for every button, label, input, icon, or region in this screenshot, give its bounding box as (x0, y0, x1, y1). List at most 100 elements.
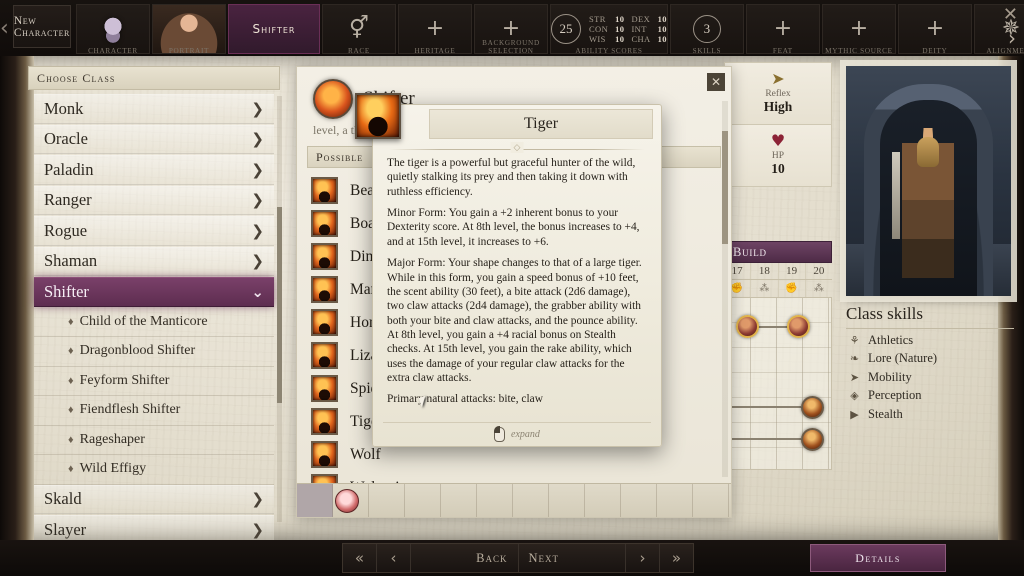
archetype-label: Child of the Manticore (79, 313, 208, 329)
ability-slot[interactable] (621, 484, 657, 517)
ability-scores-step[interactable]: 25 STR 10 DEX 10 CON 10 INT 10 WIS 10 CH… (549, 4, 668, 55)
class-skill-athletics: ⚘ Athletics (846, 329, 1014, 348)
class-skill-stealth: ▶ Stealth (846, 403, 1014, 422)
chevron-right-icon: ❯ (251, 160, 264, 179)
class-item-ranger[interactable]: Ranger ❯ (34, 185, 274, 215)
class-label: Shaman (44, 251, 98, 271)
last-page-button[interactable]: » (659, 544, 693, 572)
class-label: Ranger (44, 190, 92, 210)
class-item-oracle[interactable]: Oracle ❯ (34, 124, 274, 154)
step-class-value: Shifter (252, 22, 296, 36)
stat-value: High (763, 99, 793, 114)
ability-slot[interactable] (405, 484, 441, 517)
toolbar-next-arrow-icon[interactable]: › (1008, 26, 1016, 50)
archetype-item-feyform-shifter[interactable]: ♦ Feyform Shifter (34, 367, 274, 396)
animal-icon (311, 276, 338, 303)
build-node-level20-b[interactable] (801, 428, 824, 451)
class-label: Slayer (44, 519, 87, 539)
tooltip-divider (389, 149, 645, 150)
class-skills-title: Class skills (846, 304, 1014, 329)
next-button[interactable]: Next (519, 544, 626, 572)
selected-ability-icon[interactable] (335, 489, 359, 513)
ability-slot[interactable] (585, 484, 621, 517)
step-alignment-label: Alignment (986, 47, 1024, 55)
animal-icon (311, 177, 338, 204)
class-item-shifter[interactable]: Shifter ⌄ (34, 277, 274, 307)
plus-icon: + (425, 16, 445, 41)
heart-icon: ♥ (770, 131, 786, 150)
close-icon[interactable]: ✕ (1003, 4, 1018, 25)
previous-page-button[interactable]: ‹ (377, 544, 411, 572)
archetype-item-dragonblood-shifter[interactable]: ♦ Dragonblood Shifter (34, 337, 274, 367)
tooltip-header: Tiger (355, 93, 661, 147)
gender-symbol-icon: ⚥ (349, 16, 369, 41)
step-feat[interactable]: + Feat (745, 4, 820, 55)
top-toolbar: ‹ New Character Character Portrait Shift… (0, 0, 1024, 56)
bottom-bar: « ‹ Back Next › » Details (0, 540, 1024, 576)
character-portrait[interactable] (846, 66, 1011, 296)
details-button[interactable]: Details (810, 544, 946, 572)
animal-list-scrollbar[interactable] (722, 101, 728, 477)
skill-label: Perception (868, 388, 922, 402)
step-character-label: Character (88, 47, 138, 55)
stat-str-label: STR (588, 14, 606, 24)
stat-int-value: 10 (657, 24, 667, 34)
ability-scores-grid: STR 10 DEX 10 CON 10 INT 10 WIS 10 CHA 1… (589, 14, 667, 44)
first-page-button[interactable]: « (343, 544, 377, 572)
step-mythic-source-label: Mythic Source (825, 47, 893, 55)
portrait-character-figure (892, 128, 954, 278)
step-skills[interactable]: 3 Skills (669, 4, 744, 55)
tooltip-hint-label: expand (511, 428, 540, 440)
back-button[interactable]: Back (411, 544, 519, 572)
step-character[interactable]: Character (75, 4, 150, 55)
ability-slot[interactable] (297, 484, 333, 517)
step-deity[interactable]: + Deity (897, 4, 972, 55)
stealth-icon: ▶ (850, 407, 859, 421)
ability-slot[interactable] (369, 484, 405, 517)
class-item-monk[interactable]: Monk ❯ (34, 94, 274, 124)
toolbar-back-arrow-icon[interactable]: ‹ (0, 0, 9, 56)
stat-reflex: ➤ Reflex High (724, 62, 832, 125)
class-item-skald[interactable]: Skald ❯ (34, 484, 274, 514)
stat-con-value: 10 (615, 24, 625, 34)
level-label: 20 (813, 265, 825, 277)
chevron-right-icon: ❯ (251, 130, 264, 149)
forward-page-button[interactable]: › (625, 544, 659, 572)
archetype-item-child-of-the-manticore[interactable]: ♦ Child of the Manticore (34, 308, 274, 337)
build-node-level20-a[interactable] (801, 396, 824, 419)
build-icon-row: ✊ ⁂ ✊ ⁂ (724, 280, 832, 298)
animal-label: Wolf (350, 445, 381, 463)
ability-slot[interactable] (513, 484, 549, 517)
ability-slot[interactable] (477, 484, 513, 517)
build-node-level19[interactable] (787, 315, 810, 338)
ability-slot[interactable] (549, 484, 585, 517)
ability-slot[interactable] (693, 484, 729, 517)
character-creation-screen: ‹ New Character Character Portrait Shift… (0, 0, 1024, 576)
build-header: Build (724, 241, 832, 263)
animal-icon (311, 441, 338, 468)
class-item-rogue[interactable]: Rogue ❯ (34, 216, 274, 246)
tooltip-paragraph-minor-form: Minor Form: You gain a +2 inherent bonus… (387, 207, 640, 248)
ability-slot[interactable] (441, 484, 477, 517)
build-node-level17[interactable] (736, 315, 759, 338)
lore-nature-icon: ❧ (849, 352, 860, 365)
step-class-shifter[interactable]: Shifter (227, 4, 320, 54)
class-list-scrollbar[interactable] (277, 96, 282, 522)
class-item-shaman[interactable]: Shaman ❯ (34, 246, 274, 276)
step-background-selection[interactable]: + Background Selection (473, 4, 548, 55)
chevron-right-icon: ❯ (251, 221, 264, 240)
step-race[interactable]: ⚥ Race (321, 4, 396, 55)
skills-count: 3 (692, 15, 721, 43)
step-mythic-source[interactable]: + Mythic Source (821, 4, 896, 55)
class-item-paladin[interactable]: Paladin ❯ (34, 155, 274, 185)
step-skills-label: Skills (692, 47, 722, 55)
ability-slot[interactable] (657, 484, 693, 517)
class-label: Oracle (44, 129, 88, 149)
step-portrait[interactable]: Portrait (151, 4, 226, 54)
panel-close-icon[interactable]: ✕ (707, 73, 725, 91)
archetype-item-fiendflesh-shifter[interactable]: ♦ Fiendflesh Shifter (34, 396, 274, 426)
tooltip-paragraph-major-form: Major Form: Your shape changes to that o… (387, 257, 642, 385)
step-heritage[interactable]: + Heritage (397, 4, 472, 55)
archetype-item-wild-effigy[interactable]: ♦ Wild Effigy (34, 455, 274, 485)
archetype-item-rageshaper[interactable]: ♦ Rageshaper (34, 426, 274, 455)
